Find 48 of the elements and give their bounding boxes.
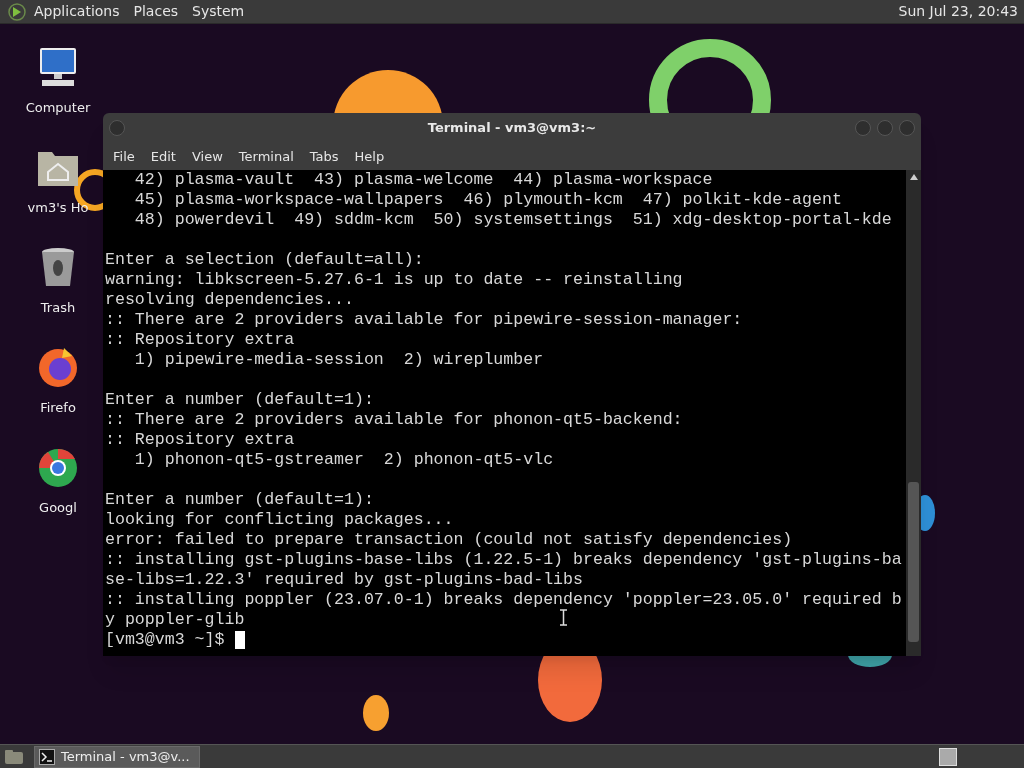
terminal-line: se-libs=1.22.3' required by gst-plugins-bad-libs <box>105 570 583 590</box>
scrollbar[interactable] <box>906 170 921 656</box>
terminal-line: 48) powerdevil 49) sddm-kcm 50) systemsettings 51) xdg-desktop-portal-kde <box>133 210 892 230</box>
terminal-line: Enter a selection (default=all): <box>105 250 424 270</box>
terminal-line: 45) plasma-workspace-wallpapers 46) plymouth-kcm 47) polkit-kde-agent <box>133 190 842 210</box>
desktop-icon-label[interactable]: Googl <box>39 498 77 518</box>
terminal-line: looking for conflicting packages... <box>105 510 454 530</box>
show-desktop-icon[interactable] <box>4 748 24 765</box>
terminal-cursor <box>234 631 245 649</box>
terminal-line: warning: libkscreen-5.27.6-1 is up to date -- reinstalling <box>105 270 683 290</box>
terminal-line: error: failed to prepare transaction (could not satisfy dependencies) <box>105 530 793 550</box>
terminal-line: :: Repository extra <box>105 430 295 450</box>
menu-item[interactable]: Help <box>348 146 391 167</box>
terminal-line: :: There are 2 providers available for pipewire-session-manager: <box>105 310 743 330</box>
terminal-line: resolving dependencies... <box>105 290 354 310</box>
menu-item[interactable]: Terminal <box>232 146 300 167</box>
panel-menu[interactable]: Applications <box>34 1 120 22</box>
text-cursor-icon <box>559 609 568 626</box>
menu-item[interactable]: View <box>185 146 229 167</box>
desktop-icon-label[interactable]: Trash <box>40 298 76 318</box>
scroll-up-icon[interactable] <box>909 174 918 180</box>
workspace-switcher[interactable] <box>939 747 957 766</box>
menu-item[interactable]: File <box>107 146 141 167</box>
menu-item[interactable]: Edit <box>144 146 182 167</box>
clock[interactable]: Sun Jul 23, 20:43 <box>898 1 1018 22</box>
desktop-icon-label[interactable]: Computer <box>25 98 91 118</box>
terminal-line: 1) phonon-qt5-gstreamer 2) phonon-qt5-vlc <box>133 450 554 470</box>
terminal-line: :: installing gst-plugins-base-libs (1.22.5-1) breaks dependency 'gst-plugins-ba <box>105 550 902 570</box>
menu-item[interactable]: Tabs <box>303 146 345 167</box>
terminal-line: 42) plasma-vault 43) plasma-welcome 44) plasma-workspace <box>133 170 713 190</box>
window-title: Terminal - vm3@vm3:~ <box>427 119 597 138</box>
terminal-line: :: installing poppler (23.07.0-1) breaks dependency 'poppler=23.05.0' required b <box>105 590 902 610</box>
terminal-line: :: Repository extra <box>105 330 295 350</box>
terminal-line: 1) pipewire-media-session 2) wireplumber <box>133 350 544 370</box>
scrollbar-thumb[interactable] <box>908 482 919 642</box>
logo-icon[interactable] <box>8 2 26 21</box>
terminal-line: Enter a number (default=1): <box>105 390 374 410</box>
terminal-line: Enter a number (default=1): <box>105 490 374 510</box>
panel-menu[interactable]: Places <box>133 1 179 22</box>
desktop-icon-label[interactable]: vm3's Ho <box>27 198 89 218</box>
terminal-line: :: There are 2 providers available for phonon-qt5-backend: <box>105 410 683 430</box>
panel-menu[interactable]: System <box>192 1 245 22</box>
balloon-shape <box>363 695 389 731</box>
desktop-icon-label[interactable]: Firefo <box>40 398 76 418</box>
shell-prompt: [vm3@vm3 ~]$ <box>105 630 225 650</box>
taskbar-button[interactable]: Terminal - vm3@v... <box>34 745 200 768</box>
terminal-line: y poppler-glib <box>105 610 245 630</box>
terminal-icon <box>39 748 55 765</box>
